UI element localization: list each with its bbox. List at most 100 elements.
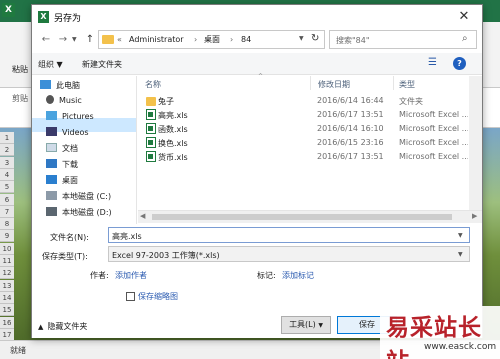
address-segment-desktop[interactable]: 桌面 — [204, 34, 220, 45]
file-name: 高亮.xls — [158, 111, 188, 120]
sidebar-item-label: 本地磁盘 (C:) — [62, 192, 112, 201]
sidebar-item-label: 下载 — [62, 160, 78, 169]
horizontal-scrollbar[interactable]: ◀ ▶ — [138, 210, 482, 223]
sidebar-item-this-pc[interactable]: 此电脑 — [40, 80, 80, 94]
sidebar-item-videos[interactable]: Videos — [46, 127, 89, 141]
address-dropdown-icon[interactable]: ▼ — [299, 35, 304, 42]
scroll-right-icon[interactable]: ▶ — [472, 212, 477, 220]
watermark: 易采站长站 www.easck.com — [380, 306, 500, 359]
view-options-icon[interactable]: ☰ — [428, 57, 437, 68]
drive-icon — [46, 207, 57, 216]
column-header-modified[interactable]: 修改日期 — [318, 79, 350, 90]
column-header-name[interactable]: 名称 — [145, 79, 161, 90]
file-type: Microsoft Excel ... — [399, 110, 468, 119]
scroll-thumb[interactable] — [152, 214, 452, 220]
sidebar-item-downloads[interactable]: 下载 — [46, 159, 78, 173]
chevron-down-icon[interactable]: ▼ — [458, 251, 463, 258]
ribbon-paste-label[interactable]: 粘贴 — [12, 64, 28, 75]
chevron-down-icon[interactable]: ▼ — [458, 232, 463, 239]
filename-value: 高亮.xls — [112, 232, 142, 241]
tools-button[interactable]: 工具(L) ▼ — [281, 316, 331, 334]
row-header[interactable]: 11 — [0, 255, 14, 267]
refresh-icon[interactable]: ↻ — [311, 33, 319, 44]
add-tags-link[interactable]: 添加标记 — [282, 270, 314, 281]
column-separator[interactable] — [393, 76, 394, 90]
row-header[interactable]: 17 — [0, 328, 14, 341]
list-item[interactable]: 函数.xls 2016/6/14 16:10 Microsoft Excel .… — [138, 122, 468, 136]
row-header[interactable]: 8 — [0, 218, 14, 231]
hide-folders-toggle[interactable]: ▲ 隐藏文件夹 — [38, 321, 87, 332]
row-header[interactable]: 3 — [0, 156, 14, 169]
row-header[interactable]: 7 — [0, 205, 14, 218]
sidebar-item-music[interactable]: Music — [46, 95, 82, 109]
desktop-icon — [46, 175, 57, 184]
close-icon[interactable]: ✕ — [454, 8, 474, 26]
sidebar-item-label: 本地磁盘 (D:) — [62, 208, 112, 217]
address-segment-administrator[interactable]: Administrator — [129, 34, 184, 45]
vertical-scrollbar[interactable] — [469, 76, 482, 210]
row-header[interactable]: 5 — [0, 181, 14, 194]
row-header[interactable]: 12 — [0, 267, 14, 280]
up-arrow-icon[interactable]: ↑ — [83, 33, 97, 47]
chevron-down-icon: ▼ — [318, 322, 323, 329]
filename-label: 文件名(N): — [50, 233, 89, 242]
add-author-link[interactable]: 添加作者 — [115, 270, 147, 281]
dialog-title: 另存为 — [54, 14, 82, 24]
hide-folders-label: 隐藏文件夹 — [47, 322, 88, 331]
row-header[interactable]: 16 — [0, 316, 14, 329]
file-name: 货币.xls — [158, 153, 188, 162]
sidebar-item-pictures[interactable]: Pictures — [46, 111, 94, 125]
column-header-type[interactable]: 类型 — [399, 79, 415, 90]
sidebar-item-drive-d[interactable]: 本地磁盘 (D:) — [46, 207, 112, 221]
forward-arrow-icon[interactable]: → — [56, 33, 70, 47]
sidebar-item-drive-c[interactable]: 本地磁盘 (C:) — [46, 191, 111, 205]
drive-icon — [46, 191, 57, 200]
row-header[interactable]: 9 — [0, 230, 14, 243]
status-ready-text: 就绪 — [10, 346, 26, 355]
chevron-up-icon: ▲ — [38, 323, 44, 331]
search-input[interactable]: 搜索"84" ⌕ — [329, 30, 477, 49]
list-item[interactable]: 换色.xls 2016/6/15 23:16 Microsoft Excel .… — [138, 136, 468, 150]
sidebar-item-label: Videos — [62, 128, 89, 137]
videos-icon — [46, 127, 57, 136]
scroll-left-icon[interactable]: ◀ — [140, 212, 145, 220]
search-placeholder: 搜索"84" — [336, 36, 370, 45]
row-header[interactable]: 4 — [0, 168, 14, 181]
dialog-title-bar: X 另存为 ✕ — [32, 5, 482, 29]
recent-locations-chevron-icon[interactable]: ▼ — [72, 33, 77, 47]
file-name: 兔子 — [158, 97, 174, 106]
sidebar-item-documents[interactable]: 文档 — [46, 143, 78, 157]
address-segment-84[interactable]: 84 — [241, 34, 251, 45]
documents-icon — [46, 143, 57, 152]
back-arrow-icon[interactable]: ← — [39, 33, 53, 47]
excel-logo-icon: X — [2, 3, 15, 17]
row-header[interactable]: 10 — [0, 242, 14, 255]
sidebar-item-desktop[interactable]: 桌面 — [46, 175, 78, 189]
list-item[interactable]: 高亮.xls 2016/6/17 13:51 Microsoft Excel .… — [138, 108, 468, 122]
row-header[interactable]: 6 — [0, 193, 14, 206]
chevron-right-icon[interactable]: › — [194, 34, 197, 45]
chevron-right-icon[interactable]: › — [230, 34, 233, 45]
row-header[interactable]: 15 — [0, 304, 14, 317]
tags-label: 标记: — [257, 271, 276, 280]
save-thumbnail-checkbox[interactable] — [126, 292, 135, 301]
list-item[interactable]: 货币.xls 2016/6/17 13:51 Microsoft Excel .… — [138, 150, 468, 164]
row-header[interactable]: 1 — [0, 132, 14, 144]
list-item[interactable]: 兔子 2016/6/14 16:44 文件夹 — [138, 94, 468, 108]
column-separator[interactable] — [310, 76, 311, 90]
organize-button[interactable]: 组织 ▼ — [38, 59, 63, 70]
row-header[interactable]: 2 — [0, 144, 14, 157]
file-date: 2016/6/17 13:51 — [317, 152, 384, 161]
search-icon[interactable]: ⌕ — [462, 33, 468, 44]
address-bar[interactable]: « Administrator › 桌面 › 84 ▼ ↻ — [98, 30, 325, 49]
row-header[interactable]: 13 — [0, 279, 14, 292]
file-type: Microsoft Excel ... — [399, 152, 468, 161]
row-header[interactable]: 14 — [0, 291, 14, 304]
address-overflow-chevron[interactable]: « — [117, 34, 122, 45]
save-thumbnail-label[interactable]: 保存缩略图 — [138, 291, 178, 302]
help-icon[interactable]: ? — [453, 57, 466, 70]
save-type-select[interactable]: Excel 97-2003 工作簿(*.xls) ▼ — [108, 246, 470, 262]
music-icon — [46, 95, 54, 104]
filename-field[interactable]: 高亮.xls ▼ — [108, 227, 470, 243]
new-folder-button[interactable]: 新建文件夹 — [82, 59, 122, 70]
